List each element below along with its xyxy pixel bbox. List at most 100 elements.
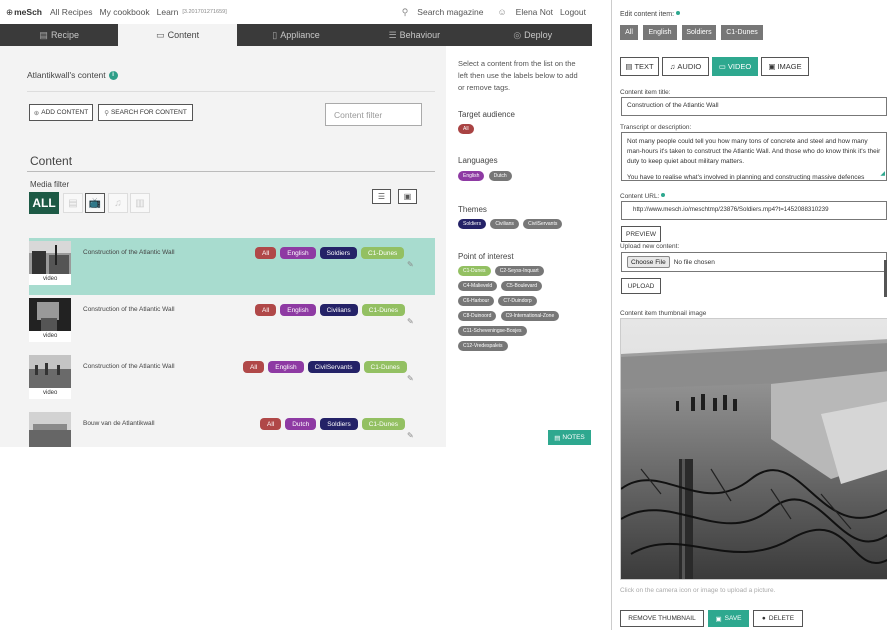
user-menu[interactable]: ☺ Elena Not	[490, 7, 553, 17]
media-filter-all[interactable]: ALL	[29, 192, 59, 214]
tag-chip[interactable]: C6-Harbour	[458, 296, 495, 306]
target-audience-tags: All	[458, 123, 578, 138]
logout-link[interactable]: Logout	[560, 7, 586, 17]
audio-icon: ♫	[669, 62, 676, 71]
languages-heading: Languages	[458, 156, 498, 165]
add-content-button[interactable]: ⊕ ADD CONTENT	[29, 104, 93, 121]
content-row[interactable]: video Construction of the Atlantic Wall …	[29, 295, 435, 352]
tag-chip[interactable]: All	[458, 124, 474, 134]
tag-audience[interactable]: All	[243, 361, 265, 373]
paperclip-icon[interactable]: ✎	[407, 260, 414, 269]
media-filter-document[interactable]: ▥	[130, 193, 150, 213]
tag-language[interactable]: English	[280, 247, 316, 259]
tag-theme[interactable]: Civilians	[319, 304, 358, 316]
device-icon: ▯	[272, 29, 278, 40]
upload-button[interactable]: UPLOAD	[621, 278, 661, 294]
tag-chip[interactable]: C9-International-Zone	[500, 311, 560, 321]
tag-poi[interactable]: C1-Dunes	[361, 418, 405, 430]
grid-view-button[interactable]: ▣	[398, 189, 417, 204]
type-text-button[interactable]: ▤ TEXT	[620, 57, 659, 76]
item-tag[interactable]: All	[620, 25, 638, 40]
list-icon: ☰	[388, 29, 397, 40]
tag-chip[interactable]: C4-Malieveld	[458, 281, 498, 291]
thumbnail-image[interactable]	[620, 318, 887, 580]
tag-chip[interactable]: C12-Vredespaleis	[458, 341, 508, 351]
content-url-input[interactable]: http://www.mesch.io/meschtmp/23876/Soldi…	[621, 201, 887, 220]
tag-chip[interactable]: C2-Seyss-Inquart	[494, 266, 544, 276]
resize-handle-icon[interactable]: ◢	[880, 169, 885, 179]
tag-audience[interactable]: All	[255, 304, 277, 316]
tag-chip[interactable]: C8-Duinoord	[458, 311, 497, 321]
tag-theme[interactable]: CivilServants	[307, 361, 360, 373]
tab-appliance[interactable]: ▯ Appliance	[237, 24, 355, 46]
info-icon[interactable]: i	[108, 70, 118, 80]
paperclip-icon[interactable]: ✎	[407, 317, 414, 326]
tag-chip[interactable]: CivilServants	[523, 219, 563, 229]
tab-behaviour[interactable]: ☰ Behaviour	[355, 24, 473, 46]
remove-thumbnail-button[interactable]: REMOVE THUMBNAIL	[620, 610, 704, 627]
tag-theme[interactable]: Soldiers	[319, 247, 358, 259]
paperclip-icon[interactable]: ✎	[407, 374, 414, 383]
content-row[interactable]: video Construction of the Atlantic Wall …	[29, 352, 435, 409]
type-label: AUDIO	[677, 62, 702, 71]
media-filter-text[interactable]: ▤	[63, 193, 83, 213]
tag-language[interactable]: English	[280, 304, 316, 316]
tag-chip[interactable]: C5-Boulevard	[501, 281, 542, 291]
nav-my-cookbook[interactable]: My cookbook	[100, 7, 150, 17]
content-row[interactable]: video Construction of the Atlantic Wall …	[29, 238, 435, 295]
document-icon: ▤	[39, 29, 48, 40]
video-thumbnail: video	[29, 355, 71, 399]
notes-button[interactable]: ▤ NOTES	[548, 430, 591, 445]
search-content-button[interactable]: ⚲ SEARCH FOR CONTENT	[98, 104, 193, 121]
tag-language[interactable]: Dutch	[285, 418, 317, 430]
item-tag[interactable]: English	[643, 25, 677, 40]
tag-poi[interactable]: C1-Dunes	[363, 361, 407, 373]
tag-chip[interactable]: Soldiers	[458, 219, 487, 229]
item-tag[interactable]: Soldiers	[682, 25, 716, 40]
title-input[interactable]: Construction of the Atlantic Wall	[621, 97, 887, 116]
paperclip-icon[interactable]: ✎	[407, 431, 414, 440]
type-image-button[interactable]: ▣ IMAGE	[761, 57, 809, 76]
tag-poi[interactable]: C1-Dunes	[361, 247, 405, 259]
tag-audience[interactable]: All	[255, 247, 277, 259]
tag-list: All English Soldiers C1-Dunes	[255, 247, 408, 259]
choose-file-button[interactable]: Choose File	[627, 256, 670, 268]
type-video-button[interactable]: ▭ VIDEO	[712, 57, 758, 76]
thumbnail-image	[29, 241, 71, 274]
tag-language[interactable]: English	[268, 361, 304, 373]
tab-recipe[interactable]: ▤ Recipe	[0, 24, 118, 46]
tag-chip[interactable]: Dutch	[488, 171, 512, 181]
tag-chip[interactable]: Civilians	[490, 219, 519, 229]
media-filter-video[interactable]: 📺	[85, 193, 105, 213]
media-filter-audio[interactable]: ♫	[108, 193, 128, 213]
tag-chip[interactable]: C1-Dunes	[458, 266, 491, 276]
brand-name: meSch	[14, 6, 42, 17]
item-tag[interactable]: C1-Dunes	[721, 25, 763, 40]
card-icon: ▣	[403, 192, 412, 201]
brand[interactable]: ⊕meSch	[6, 7, 42, 18]
nav-all-recipes[interactable]: All Recipes	[50, 7, 93, 17]
tag-chip[interactable]: C11-Scheveningse-Bosjes	[458, 326, 527, 336]
list-view-button[interactable]: ☰	[372, 189, 391, 204]
tab-content[interactable]: ▭ Content	[118, 24, 237, 46]
preview-button[interactable]: PREVIEW	[621, 226, 661, 242]
content-row[interactable]: Bouw van de Atlantikwall All Dutch Soldi…	[29, 409, 435, 447]
tag-theme[interactable]: Soldiers	[320, 418, 358, 430]
tag-audience[interactable]: All	[260, 418, 282, 430]
tag-chip[interactable]: C7-Duindorp	[498, 296, 537, 306]
thumbnail-image	[29, 355, 71, 388]
sidebar-instructions: Select a content from the list on the le…	[458, 59, 578, 92]
tab-deploy[interactable]: ◎ Deploy	[474, 24, 592, 46]
delete-button[interactable]: ● DELETE	[753, 610, 803, 627]
tag-chip[interactable]: English	[458, 171, 485, 181]
type-audio-button[interactable]: ♫ AUDIO	[662, 57, 709, 76]
content-filter-input[interactable]: Content filter	[325, 103, 422, 126]
content-url-label-text: Content URL:	[620, 193, 660, 200]
tag-poi[interactable]: C1-Dunes	[361, 304, 406, 316]
transcript-textarea[interactable]: Not many people could tell you how many …	[621, 132, 887, 181]
headphones-icon: ♫	[114, 197, 122, 209]
nav-learn[interactable]: Learn	[157, 7, 179, 17]
thumbnail-hint: Click on the camera icon or image to upl…	[620, 587, 776, 594]
save-button[interactable]: ▣ SAVE	[708, 610, 749, 627]
search-magazine-link[interactable]: ⚲ Search magazine	[395, 7, 484, 18]
